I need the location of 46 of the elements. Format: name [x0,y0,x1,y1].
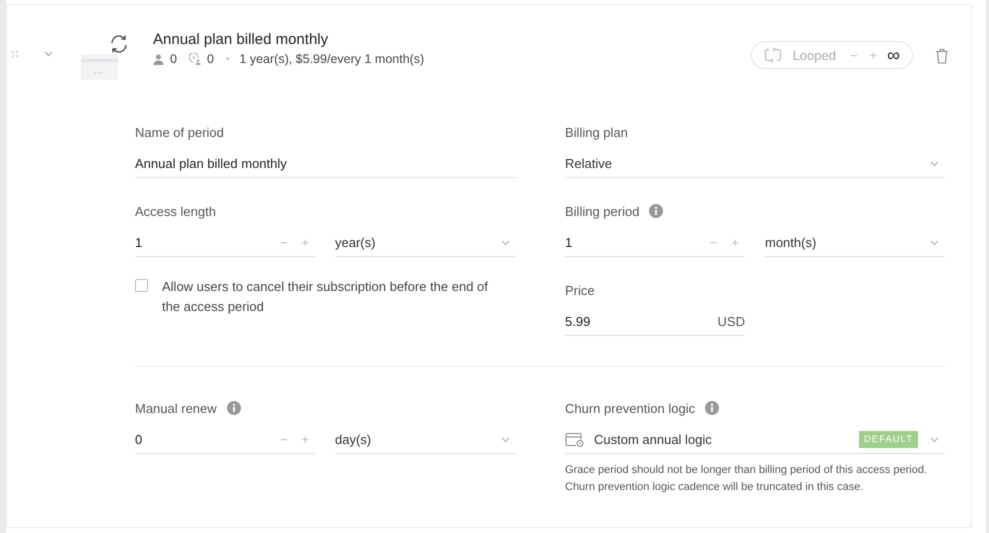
currency-label: USD [718,314,745,329]
default-badge: DEFAULT [858,431,918,448]
field-label: Name of period [135,124,225,141]
card-icon [81,54,118,80]
info-icon[interactable] [649,204,664,218]
chevron-down-icon [501,240,510,246]
churn-logic-select[interactable]: Custom annual logic DEFAULT [565,426,945,454]
number-input[interactable]: 1 [135,228,278,256]
field-label: Manual renew [135,400,217,416]
stat-count: 0 [206,52,214,66]
info-icon[interactable] [705,401,720,415]
unit-select[interactable]: month(s) [765,229,945,257]
chevron-down-icon [930,240,939,246]
price-input[interactable]: 5.99 [565,308,718,336]
billing-plan-select[interactable]: Relative [565,150,945,178]
chevron-down-icon [930,160,939,166]
stat-count: 0 [170,52,177,66]
clock-person-icon [188,53,201,65]
infinity-toggle[interactable]: ∞ [887,46,900,64]
field-label: Churn prevention logic [565,400,696,416]
period-name-input[interactable]: Annual plan billed monthly [135,150,516,178]
field-label: Billing period [565,204,640,218]
sync-icon [109,34,129,54]
unit-select[interactable]: day(s) [335,426,516,454]
checkbox-label: Allow users to cancel their subscription before the end of the access period [162,278,489,316]
checkbox[interactable] [135,279,148,292]
field-label: Access length [135,202,217,220]
info-icon[interactable] [226,401,241,415]
unit-select[interactable]: year(s) [335,229,516,257]
delete-icon[interactable] [935,48,949,64]
churn-note: Grace period should not be longer than billing period of this access period. Churn prevention logic cadence will be truncated in this case. [565,463,928,495]
field-label: Price [565,282,596,299]
person-icon [153,54,164,64]
separator-dot: • [226,54,230,64]
card-clock-icon [565,432,584,446]
period-title: Annual plan billed monthly [153,31,330,48]
drag-handle-icon[interactable] [12,51,18,57]
period-summary: 1 year(s), $5.99/every 1 month(s) [239,52,424,66]
loop-icon [764,46,782,64]
field-label: Billing plan [565,124,629,141]
number-input[interactable]: 1 [565,228,708,256]
number-input[interactable]: 0 [135,426,278,454]
loop-label: Looped [792,48,836,62]
chevron-down-icon [930,436,939,442]
expand-toggle[interactable] [44,51,53,57]
chevron-down-icon [501,436,510,442]
